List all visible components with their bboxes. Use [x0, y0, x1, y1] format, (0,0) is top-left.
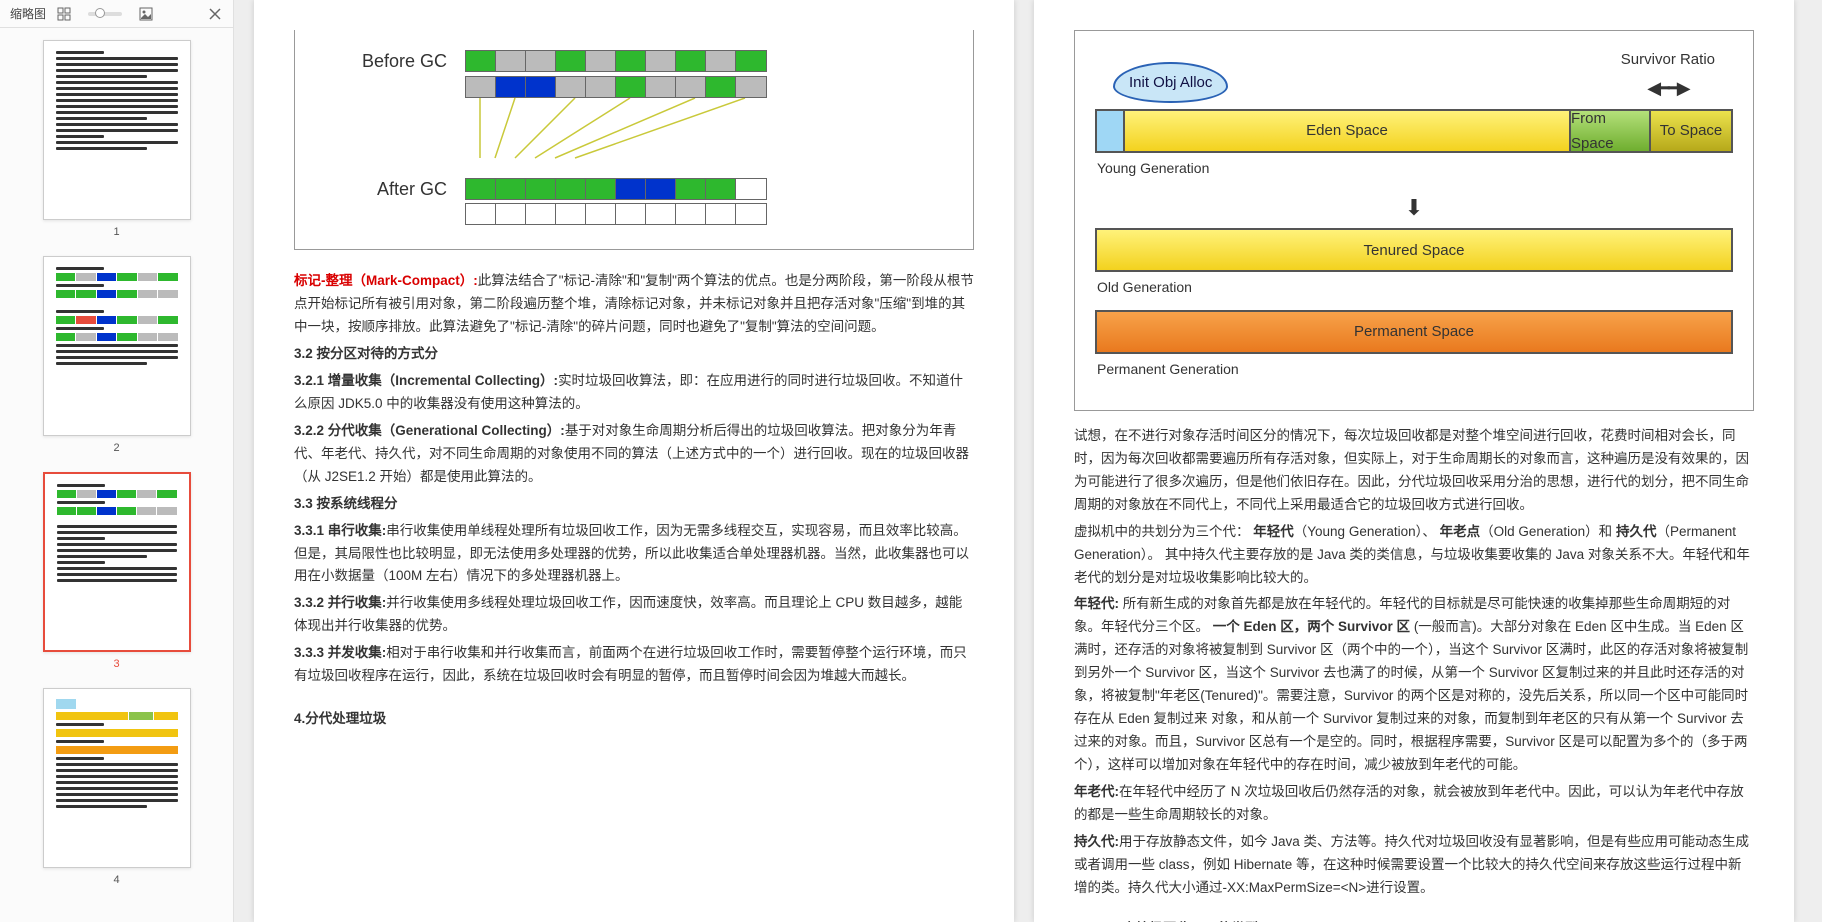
before-gc-cells — [465, 50, 767, 72]
perm-space-cell: Permanent Space — [1097, 312, 1731, 352]
perm-gen-caption: Permanent Generation — [1097, 358, 1733, 382]
section-3-3-1: 3.3.1 串行收集:串行收集使用单线程处理所有垃圾回收工作，因为无需多线程交互… — [294, 520, 974, 589]
section-3-2-1: 3.2.1 增量收集（Incremental Collecting）:实时垃圾回… — [294, 370, 974, 416]
to-space-cell: To Space — [1651, 111, 1731, 151]
after-gc-label: After GC — [335, 174, 465, 205]
document-viewport[interactable]: Before GC — [234, 0, 1822, 922]
before-gc-label: Before GC — [335, 46, 465, 77]
young-gen-row: Eden Space From Space To Space — [1095, 109, 1733, 153]
compact-arrows-icon — [465, 98, 765, 168]
page-3: Before GC — [254, 0, 1014, 922]
thumbnail-number: 1 — [113, 226, 119, 238]
old-gen-paragraph: 年老代:在年轻代中经历了 N 次垃圾回收后仍然存活的对象，就会被放到年老代中。因… — [1074, 781, 1754, 827]
thumbnail-zoom-slider[interactable] — [88, 12, 122, 16]
from-space-cell: From Space — [1571, 111, 1651, 151]
bidirectional-arrow-icon: ◀━━▶ — [1647, 78, 1688, 98]
tenured-space-cell: Tenured Space — [1097, 230, 1731, 270]
perm-gen-row: Permanent Space — [1095, 310, 1733, 354]
thumbnail-number: 3 — [113, 658, 119, 670]
close-icon[interactable] — [207, 6, 223, 22]
gen-split-paragraph: 虚拟机中的共划分为三个代： 年轻代（Young Generation）、 年老点… — [1074, 521, 1754, 590]
eden-space-cell: Eden Space — [1125, 111, 1571, 151]
section-3-3-2: 3.3.2 并行收集:并行收集使用多线程处理垃圾回收工作，因而速度快，效率高。而… — [294, 592, 974, 638]
generation-diagram: Init Obj Alloc Survivor Ratio ◀━━▶ Eden … — [1074, 30, 1754, 411]
section-5-title: 5.JAVA 中垃圾回收 GC 的类型 — [1074, 918, 1754, 922]
down-arrow-icon: ⬇ — [1095, 189, 1733, 226]
thumbnail-page-1[interactable]: 1 — [0, 40, 233, 238]
init-obj-alloc-bubble: Init Obj Alloc — [1113, 62, 1228, 104]
section-3-2-title: 3.2 按分区对待的方式分 — [294, 343, 974, 366]
after-gc-cells — [465, 178, 767, 200]
grid-view-icon[interactable] — [56, 6, 72, 22]
gen-intro-paragraph: 试想，在不进行对象存活时间区分的情况下，每次垃圾回收都是对整个堆空间进行回收，花… — [1074, 425, 1754, 517]
app-root: 缩略图 — [0, 0, 1822, 922]
survivor-ratio-label: Survivor Ratio ◀━━▶ — [1621, 47, 1715, 103]
section-3-3-title: 3.3 按系统线程分 — [294, 493, 974, 516]
thumbnail-number: 2 — [113, 442, 119, 454]
section-4-title: 4.分代处理垃圾 — [294, 708, 974, 731]
old-gen-caption: Old Generation — [1097, 276, 1733, 300]
thumbnail-page-3[interactable]: 3 — [0, 472, 233, 670]
thumbnail-list[interactable]: 1 2 — [0, 28, 233, 922]
image-view-icon[interactable] — [138, 6, 154, 22]
mark-compact-paragraph: 标记-整理（Mark-Compact）:此算法结合了"标记-清除"和"复制"两个… — [294, 270, 974, 339]
thumbnail-sidebar: 缩略图 — [0, 0, 234, 922]
perm-gen-paragraph: 持久代:用于存放静态文件，如今 Java 类、方法等。持久代对垃圾回收没有显著影… — [1074, 831, 1754, 900]
section-3-3-3: 3.3.3 并发收集:相对于串行收集和并行收集而言，前面两个在进行垃圾回收工作时… — [294, 642, 974, 688]
old-gen-row: Tenured Space — [1095, 228, 1733, 272]
section-3-2-2: 3.2.2 分代收集（Generational Collecting）:基于对对… — [294, 420, 974, 489]
young-gen-caption: Young Generation — [1097, 157, 1733, 181]
page-4: Init Obj Alloc Survivor Ratio ◀━━▶ Eden … — [1034, 0, 1794, 922]
young-gen-paragraph: 年轻代: 所有新生成的对象首先都是放在年轻代的。年轻代的目标就是尽可能快速的收集… — [1074, 593, 1754, 777]
thumbnail-page-2[interactable]: 2 — [0, 256, 233, 454]
mark-compact-diagram: Before GC — [294, 30, 974, 250]
sidebar-title: 缩略图 — [10, 5, 46, 22]
thumbnail-page-4[interactable]: 4 — [0, 688, 233, 886]
sidebar-header: 缩略图 — [0, 0, 233, 28]
thumbnail-number: 4 — [113, 874, 119, 886]
